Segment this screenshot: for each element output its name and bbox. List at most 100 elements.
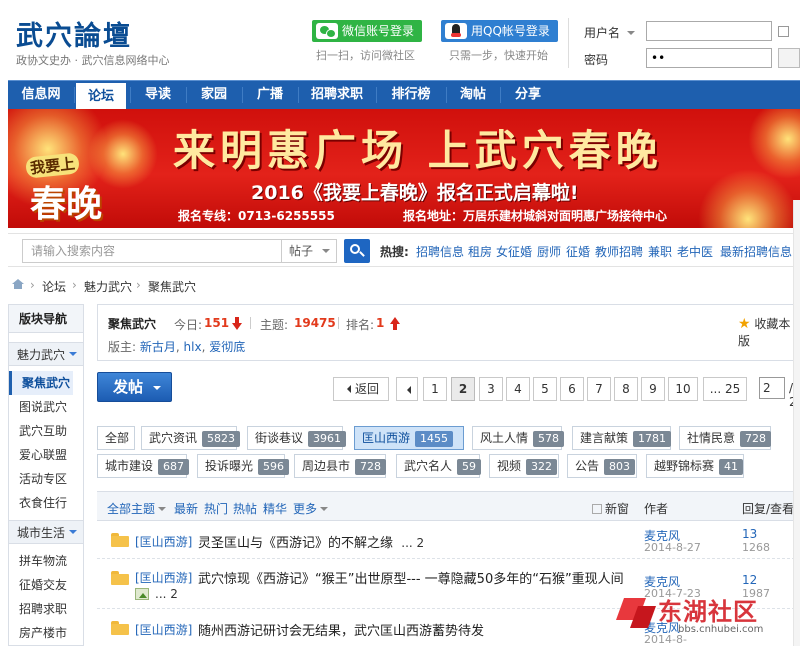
breadcrumb-forum[interactable]: 论坛 — [42, 278, 66, 295]
search-input[interactable]: 请输入搜索内容 — [22, 239, 282, 263]
username-label[interactable]: 用户名 — [584, 24, 635, 41]
type-filter[interactable]: 投诉曝光 596 — [197, 454, 290, 478]
qq-login-button[interactable]: 用QQ帐号登录 — [441, 20, 558, 42]
type-filter[interactable]: 视频 322 — [489, 454, 559, 478]
nav-item-forum[interactable]: 论坛 — [76, 81, 126, 109]
password-label: 密码 — [584, 53, 609, 67]
thread-page-link[interactable]: ... 2 — [155, 587, 178, 601]
type-filter[interactable]: 社情民意 728 — [679, 426, 772, 450]
hot-search-link[interactable]: 招聘信息 — [416, 243, 464, 260]
filter-hot-post[interactable]: 热帖 — [233, 500, 257, 517]
sidebar-item-dating[interactable]: 征婚交友 — [19, 573, 83, 597]
favorite-forum-button[interactable]: ★ 收藏本版 — [738, 315, 800, 349]
page-link[interactable]: 3 — [479, 377, 503, 401]
type-filter[interactable]: 街谈巷议 3961 — [247, 426, 347, 450]
nav-item-jobs[interactable]: 招聘求职 — [300, 81, 374, 109]
page-current[interactable]: 2 — [451, 377, 475, 401]
page-scrollbar[interactable] — [793, 200, 800, 646]
sidebar-item-carpool[interactable]: 拼车物流 — [19, 549, 83, 573]
new-window-toggle[interactable]: 新窗 — [592, 500, 629, 517]
new-post-button[interactable]: 发帖 — [97, 372, 172, 402]
hot-search-link[interactable]: 兼职 — [648, 243, 672, 260]
filter-latest[interactable]: 最新 — [174, 500, 198, 517]
thread-reply-count[interactable]: 12 — [742, 573, 757, 587]
login-submit-button[interactable] — [778, 48, 800, 68]
home-icon[interactable] — [12, 279, 24, 289]
sidebar-group-charm[interactable]: 魅力武穴 — [9, 342, 83, 366]
username-input[interactable] — [646, 21, 772, 41]
rank-value: 1 — [376, 316, 385, 330]
filter-digest[interactable]: 精华 — [263, 500, 287, 517]
thread-type-link[interactable]: [匡山西游] — [135, 569, 192, 586]
sidebar-item-living[interactable]: 衣食住行 — [19, 491, 83, 515]
type-filter-active[interactable]: 匡山西游 1455 — [354, 426, 464, 450]
page-link[interactable]: 7 — [587, 377, 611, 401]
back-button[interactable]: 返回 — [333, 377, 389, 401]
page-link[interactable]: 5 — [533, 377, 557, 401]
type-filter[interactable]: 公告 803 — [567, 454, 637, 478]
type-filter[interactable]: 风土人情 578 — [472, 426, 565, 450]
hot-search-link[interactable]: 最新招聘信息 — [720, 243, 792, 260]
page-link[interactable]: 9 — [641, 377, 665, 401]
hot-search-link[interactable]: 征婚 — [566, 243, 590, 260]
thread-title[interactable]: 灵圣匡山与《西游记》的不解之缘 ... 2 — [198, 532, 424, 551]
type-filter[interactable]: 建言献策 1781 — [572, 426, 672, 450]
type-filter[interactable]: 武穴名人 59 — [396, 454, 482, 478]
thread-type-link[interactable]: [匡山西游] — [135, 533, 192, 550]
sidebar-item-realestate[interactable]: 房产楼市 — [19, 621, 83, 645]
all-topics-dropdown[interactable]: 全部主题 — [107, 500, 167, 517]
sidebar-item-photo[interactable]: 图说武穴 — [19, 395, 83, 419]
breadcrumb-charm-wuxue[interactable]: 魅力武穴 — [84, 278, 132, 295]
nav-item-share[interactable]: 分享 — [502, 81, 554, 109]
search-button[interactable] — [344, 239, 370, 263]
prev-page-button[interactable] — [396, 377, 418, 401]
sidebar-item-focus[interactable]: 聚焦武穴 — [9, 371, 73, 395]
moderator-link[interactable]: hlx — [184, 340, 202, 354]
moderator-link[interactable]: 新古月 — [140, 340, 176, 354]
nav-item-taotie[interactable]: 淘帖 — [448, 81, 498, 109]
type-filter-all[interactable]: 全部 — [97, 426, 135, 450]
hot-search-link[interactable]: 女征婚 — [496, 243, 532, 260]
search-type-select[interactable]: 帖子 — [281, 239, 337, 263]
thread-title[interactable]: 武穴惊现《西游记》“猴王”出世原型--- 一尊隐藏50多年的“石猴”重现人间 — [198, 568, 624, 587]
remember-checkbox[interactable] — [778, 26, 789, 37]
page-link[interactable]: 10 — [668, 377, 698, 401]
page-number-input[interactable]: 2 — [759, 377, 785, 399]
page-link[interactable]: 1 — [423, 377, 447, 401]
nav-item-broadcast[interactable]: 广播 — [244, 81, 296, 109]
thread-type-link[interactable]: [匡山西游] — [135, 621, 192, 638]
filter-more[interactable]: 更多 — [293, 500, 329, 517]
ad-banner[interactable]: 我要上 春晚 来明惠广场 上武穴春晚 2016《我要上春晚》报名正式启幕啦! 报… — [8, 109, 800, 228]
password-input[interactable] — [646, 48, 772, 68]
sidebar-item-charity[interactable]: 爱心联盟 — [19, 443, 83, 467]
wechat-login-button[interactable]: 微信账号登录 — [312, 20, 422, 42]
thread-title[interactable]: 随州西游记研讨会无结果，武穴匡山西游蓄势待发 — [198, 620, 484, 639]
thread-reply-count[interactable]: 13 — [742, 527, 757, 541]
site-logo[interactable]: 武穴論壇 — [16, 14, 132, 53]
sidebar-group-city[interactable]: 城市生活 — [9, 520, 83, 544]
type-filter[interactable]: 武穴资讯 5823 — [141, 426, 241, 450]
sidebar-item-events[interactable]: 活动专区 — [19, 467, 83, 491]
sidebar-item-jobs[interactable]: 招聘求职 — [19, 597, 83, 621]
hot-search-link[interactable]: 厨师 — [537, 243, 561, 260]
nav-item-ranking[interactable]: 排行榜 — [378, 81, 444, 109]
page-link[interactable]: 6 — [560, 377, 584, 401]
nav-item-guide[interactable]: 导读 — [132, 81, 184, 109]
nav-item-info[interactable]: 信息网 — [8, 81, 74, 109]
nav-item-home[interactable]: 家园 — [188, 81, 240, 109]
breadcrumb-current[interactable]: 聚焦武穴 — [148, 278, 196, 295]
moderator-link[interactable]: 爱彻底 — [209, 340, 245, 354]
hot-search-link[interactable]: 租房 — [468, 243, 492, 260]
page-link[interactable]: 8 — [614, 377, 638, 401]
hot-search-link[interactable]: 教师招聘 — [595, 243, 643, 260]
type-filter[interactable]: 越野锦标赛 41 — [646, 454, 744, 478]
page-link[interactable]: 4 — [506, 377, 530, 401]
sidebar-item-help[interactable]: 武穴互助 — [19, 419, 83, 443]
type-filter[interactable]: 城市建设 687 — [97, 454, 190, 478]
hot-search-link[interactable]: 老中医 — [677, 243, 713, 260]
type-filter[interactable]: 周边县市 728 — [294, 454, 387, 478]
page-link-last[interactable]: ... 25 — [703, 377, 747, 401]
thread-row[interactable]: [匡山西游] 灵圣匡山与《西游记》的不解之缘 ... 2 麦克风 2014-8-… — [97, 521, 800, 559]
breadcrumb: › 论坛 › 魅力武穴 › 聚焦武穴 — [8, 276, 800, 296]
filter-hot[interactable]: 热门 — [204, 500, 228, 517]
